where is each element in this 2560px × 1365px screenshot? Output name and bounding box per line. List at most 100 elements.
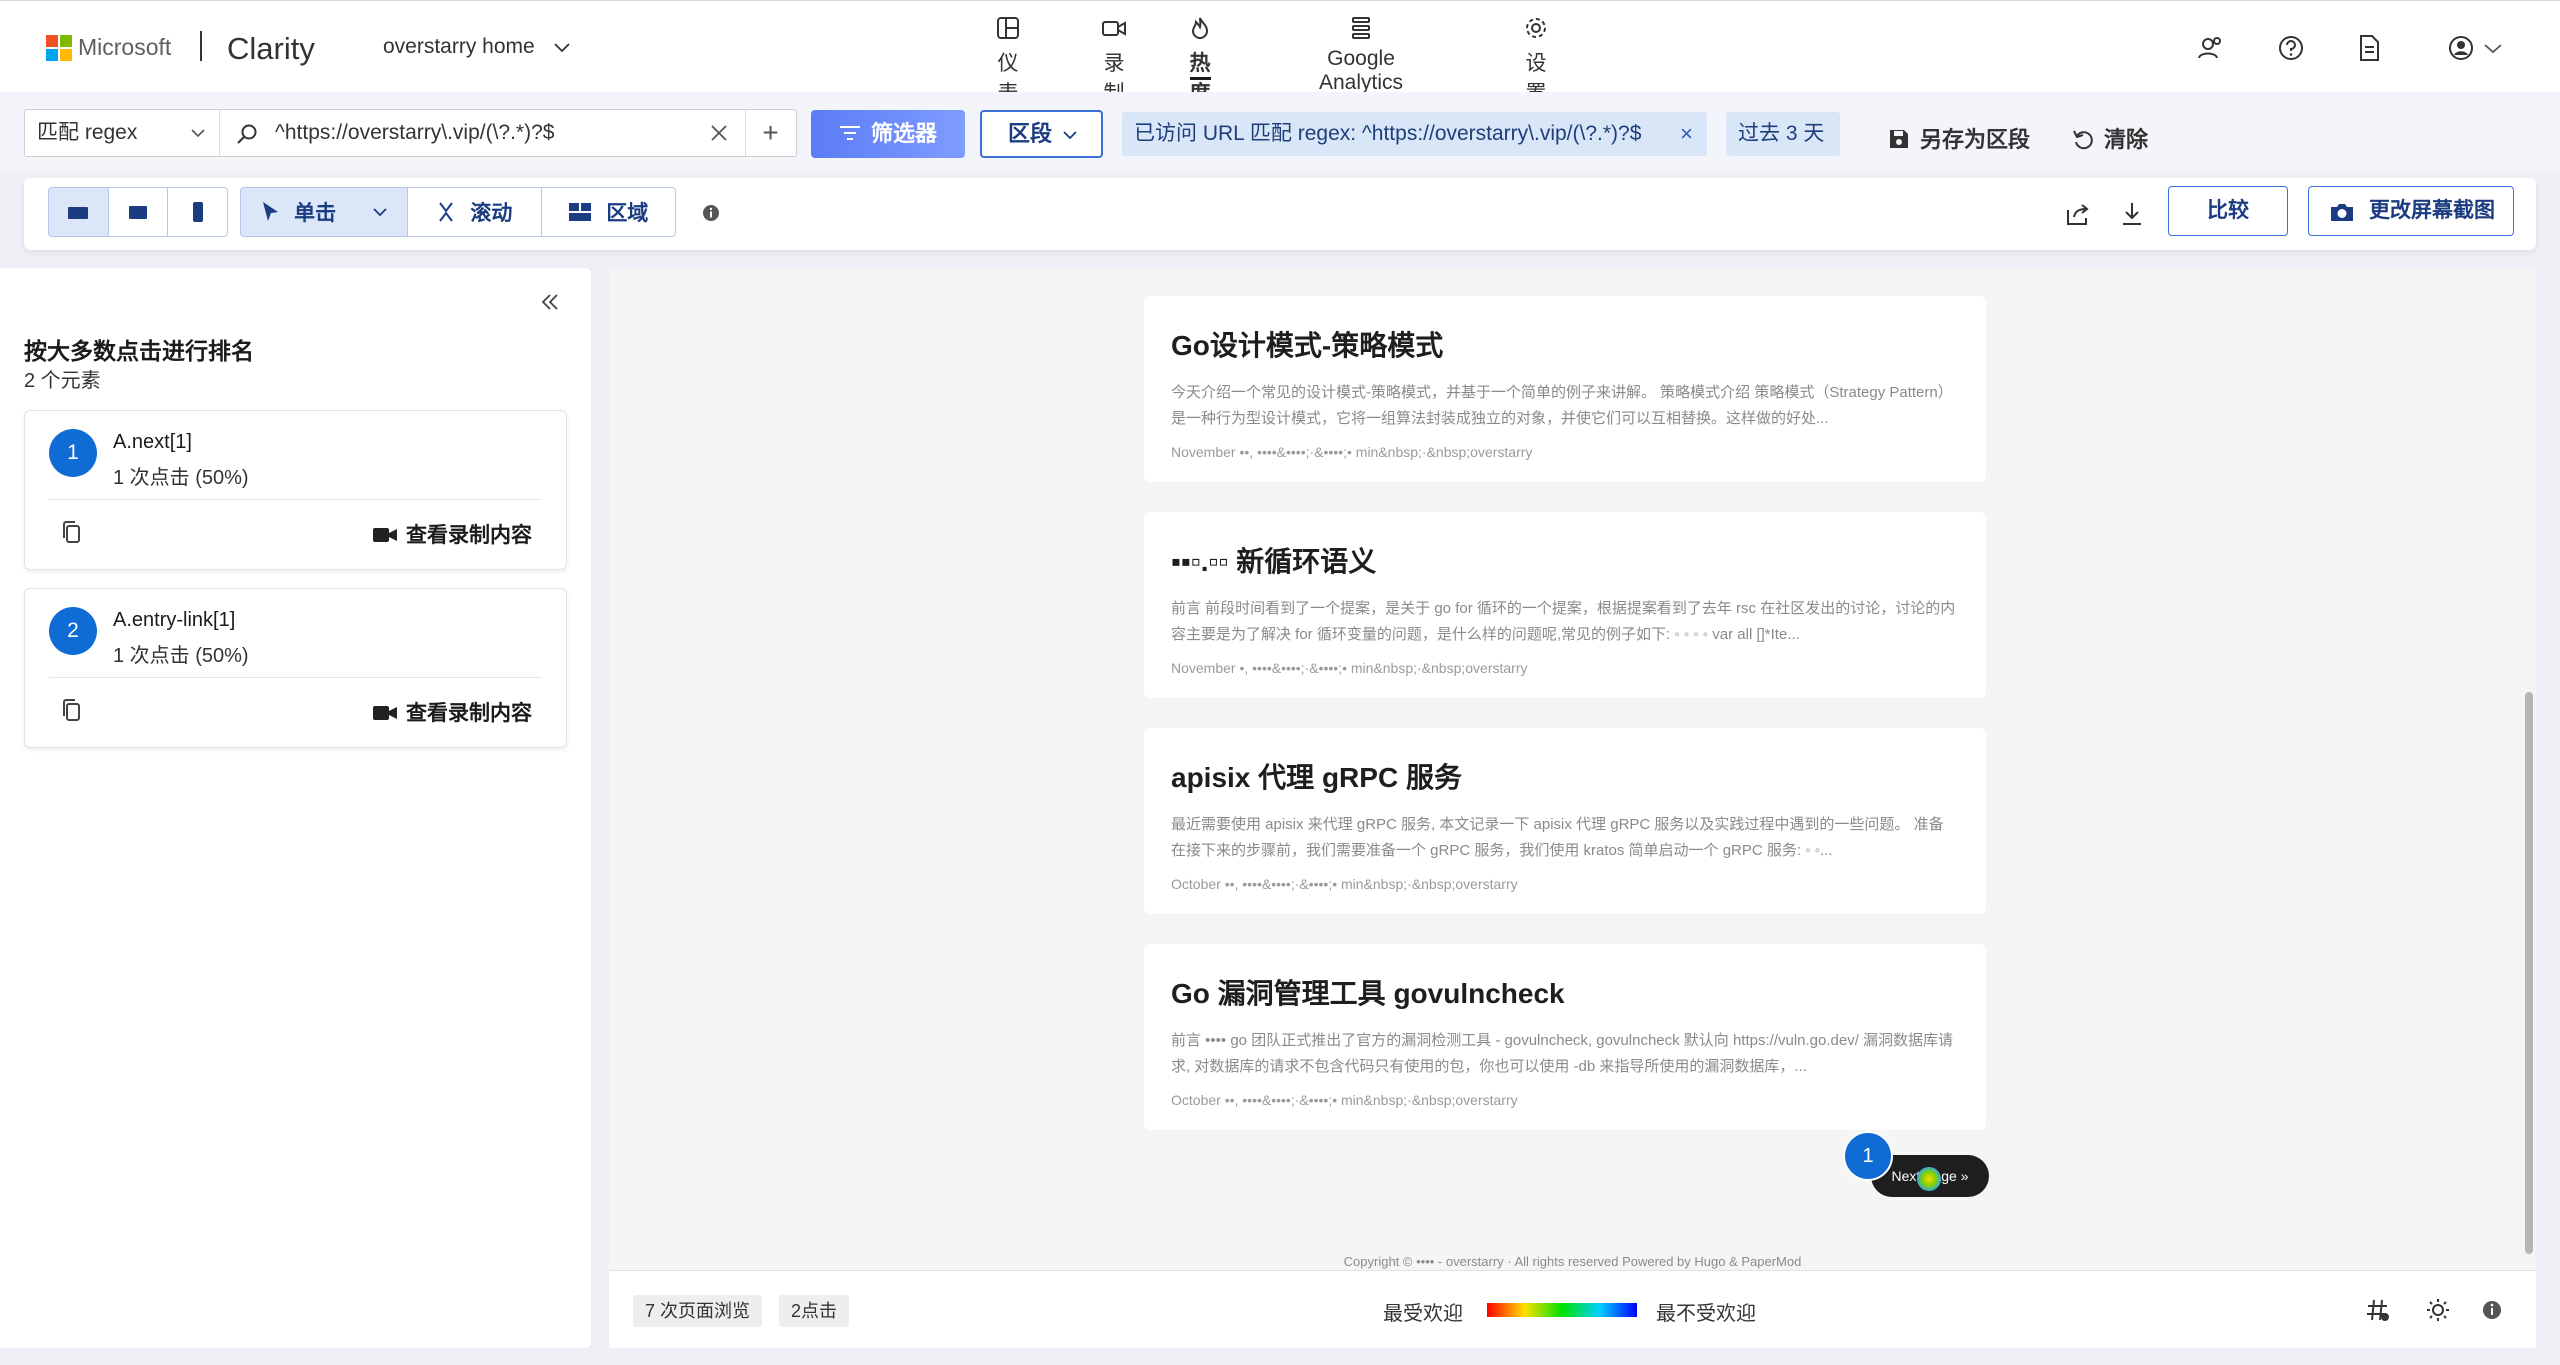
share-icon[interactable]: [2064, 200, 2092, 228]
brightness-icon[interactable]: [2425, 1297, 2451, 1323]
analytics-icon: [1352, 17, 1371, 39]
view-recordings-button[interactable]: 查看录制内容: [372, 519, 532, 549]
rank-badge: 1: [49, 429, 97, 477]
post-meta: November ••, ••••&••••;·&••••;• min&nbsp…: [1171, 444, 1533, 460]
nav-google-analytics[interactable]: Google Analytics: [1319, 15, 1403, 95]
ranked-element-card[interactable]: 2 A.entry-link[1] 1 次点击 (50%) 查看录制内容: [24, 588, 567, 748]
compare-button[interactable]: 比较: [2168, 186, 2288, 236]
search-icon: [237, 124, 257, 144]
area-icon: [569, 203, 592, 221]
project-selector[interactable]: overstarry home: [383, 35, 535, 59]
page-views-count: 7 次页面浏览: [633, 1295, 763, 1327]
info-icon[interactable]: [2479, 1297, 2505, 1323]
match-type-select[interactable]: 匹配 regex: [25, 110, 220, 156]
post-title: Go 漏洞管理工具 govulncheck: [1171, 978, 1565, 1009]
filters-button[interactable]: 筛选器: [811, 110, 965, 158]
tablet-icon: [129, 206, 147, 219]
cursor-icon: [263, 202, 279, 221]
scrollbar-thumb[interactable]: [2525, 692, 2533, 1254]
segments-button[interactable]: 区段: [980, 110, 1103, 158]
scrollbar[interactable]: [2522, 268, 2536, 1268]
post-meta: November •, ••••&••••;·&••••;• min&nbsp;…: [1171, 660, 1528, 676]
element-selector: A.entry-link[1]: [113, 609, 236, 631]
chevron-down-icon[interactable]: [372, 204, 388, 220]
dashboard-icon: [997, 17, 1019, 39]
mobile-button[interactable]: [168, 188, 227, 236]
rank-badge: 2: [49, 607, 97, 655]
date-range-chip[interactable]: 过去 3 天: [1726, 112, 1840, 156]
divider: [49, 677, 542, 678]
collapse-panel-icon[interactable]: [538, 290, 562, 314]
tablet-button[interactable]: [109, 188, 169, 236]
post-summary: 前言 前段时间看到了一个提案，是关于 go for 循环的一个提案，根据提案看到…: [1171, 600, 1956, 643]
post-summary: 今天介绍一个常见的设计模式-策略模式，并基于一个简单的例子来讲解。 策略模式介绍…: [1171, 384, 1953, 427]
mode-area-label: 区域: [606, 202, 649, 225]
legend-least-popular: 最不受欢迎: [1656, 1303, 1756, 1325]
mode-click-label: 单击: [294, 202, 337, 225]
desktop-button[interactable]: [49, 188, 109, 236]
nav-google-analytics-label: Google Analytics: [1319, 47, 1404, 94]
divider: [49, 499, 542, 500]
product-name[interactable]: Clarity: [227, 31, 315, 67]
document-icon[interactable]: [2354, 33, 2384, 63]
ranking-title: 按大多数点击进行排名: [24, 338, 254, 364]
copy-icon[interactable]: [61, 699, 83, 723]
filter-icon: [839, 126, 860, 141]
mode-area-button[interactable]: 区域: [542, 188, 675, 236]
save-as-segment-button[interactable]: 另存为区段: [1888, 122, 2030, 154]
url-input[interactable]: ^https://overstarry\.vip/(\?.*)?$: [275, 110, 554, 156]
chevron-down-icon: [1063, 131, 1077, 140]
video-camera-icon: [1102, 21, 1126, 36]
post-title: ▪▪▫.▫▫ 新循环语义: [1171, 546, 1377, 577]
close-icon[interactable]: [708, 122, 730, 144]
heat-spot: [1917, 1167, 1941, 1191]
remove-filter-close-icon[interactable]: ×: [1680, 112, 1693, 156]
click-rank-badge[interactable]: 1: [1843, 1131, 1893, 1181]
chevron-down-icon[interactable]: [552, 37, 572, 57]
chevron-down-icon: [191, 129, 205, 138]
copy-icon[interactable]: [61, 521, 83, 545]
mode-click-button[interactable]: 单击: [241, 188, 409, 236]
url-filter: 匹配 regex ^https://overstarry\.vip/(\?.*)…: [24, 109, 797, 157]
ranking-sidebar: 按大多数点击进行排名 2 个元素 1 A.next[1] 1 次点击 (50%)…: [0, 268, 591, 1348]
scroll-icon: [439, 202, 454, 222]
post-card[interactable]: apisix 代理 gRPC 服务 最近需要使用 apisix 来代理 gRPC…: [1144, 728, 1986, 914]
device-selector: [48, 187, 228, 237]
post-meta: October ••, ••••&••••;·&••••;• min&nbsp;…: [1171, 1092, 1518, 1108]
post-card[interactable]: ▪▪▫.▫▫ 新循环语义 前言 前段时间看到了一个提案，是关于 go for 循…: [1144, 512, 1986, 698]
desktop-icon: [68, 207, 89, 219]
chevron-down-icon[interactable]: [2482, 33, 2504, 63]
url-filter-chip[interactable]: 已访问 URL 匹配 regex: ^https://overstarry\.v…: [1122, 112, 1707, 156]
gear-icon: [1526, 18, 1546, 38]
camera-icon: [2331, 204, 2353, 221]
change-screenshot-label: 更改屏幕截图: [2369, 199, 2495, 222]
clear-label: 清除: [2104, 127, 2149, 152]
post-card[interactable]: Go 漏洞管理工具 govulncheck 前言 •••• go 团队正式推出了…: [1144, 944, 1986, 1130]
view-recordings-button[interactable]: 查看录制内容: [372, 697, 532, 727]
download-icon[interactable]: [2118, 200, 2146, 228]
mode-scroll-label: 滚动: [470, 202, 513, 225]
clear-button[interactable]: 清除: [2072, 122, 2148, 154]
element-click-count: 1 次点击 (50%): [113, 645, 249, 667]
element-count: 2 个元素: [24, 370, 101, 392]
microsoft-logo-icon: [46, 35, 72, 61]
post-summary: 最近需要使用 apisix 来代理 gRPC 服务, 本文记录一下 apisix…: [1171, 816, 1944, 859]
help-icon[interactable]: [2276, 33, 2306, 63]
video-camera-icon: [373, 705, 397, 720]
mode-scroll-button[interactable]: 滚动: [408, 188, 542, 236]
change-screenshot-button[interactable]: 更改屏幕截图: [2308, 186, 2514, 236]
add-url-button[interactable]: +: [745, 110, 795, 156]
view-recordings-label: 查看录制内容: [406, 702, 532, 725]
info-icon[interactable]: [702, 204, 720, 222]
hashtag-toggle-icon[interactable]: [2365, 1297, 2391, 1323]
clicks-count: 2点击: [779, 1295, 850, 1327]
video-camera-icon: [373, 527, 397, 542]
ranked-element-card[interactable]: 1 A.next[1] 1 次点击 (50%) 查看录制内容: [24, 410, 567, 570]
mobile-icon: [192, 202, 203, 222]
heatmap-viewport[interactable]: Go设计模式-策略模式 今天介绍一个常见的设计模式-策略模式，并基于一个简单的例…: [609, 268, 2536, 1348]
post-card[interactable]: Go设计模式-策略模式 今天介绍一个常见的设计模式-策略模式，并基于一个简单的例…: [1144, 296, 1986, 482]
heat-legend-gradient: [1487, 1303, 1637, 1317]
account-icon[interactable]: [2446, 33, 2476, 63]
people-icon[interactable]: [2196, 33, 2226, 63]
url-filter-chip-label: 已访问 URL 匹配 regex: ^https://overstarry\.v…: [1134, 122, 1642, 145]
